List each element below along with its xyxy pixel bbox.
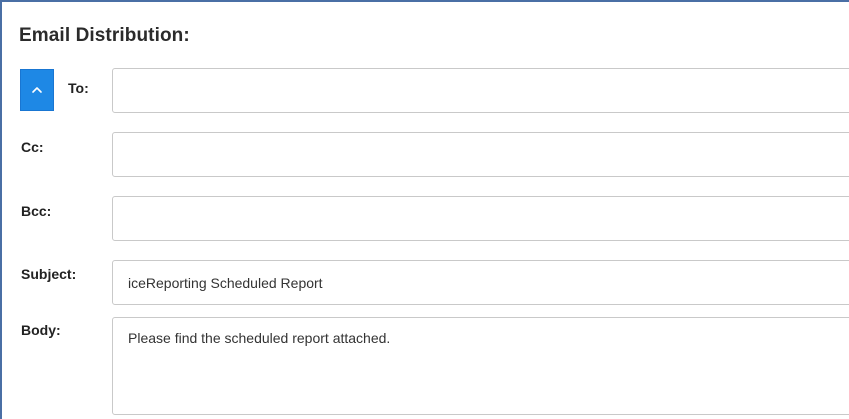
cc-label: Cc: xyxy=(21,139,44,155)
email-distribution-panel: Email Distribution: To: Cc: Bcc: Subject… xyxy=(0,0,849,419)
body-field[interactable]: Please find the scheduled report attache… xyxy=(112,317,849,415)
cc-field[interactable] xyxy=(112,132,849,177)
section-title: Email Distribution: xyxy=(19,25,190,46)
body-label: Body: xyxy=(21,322,61,338)
subject-label: Subject: xyxy=(21,266,77,282)
chevron-up-icon xyxy=(31,86,43,94)
bcc-field[interactable] xyxy=(112,196,849,241)
collapse-to-button[interactable] xyxy=(20,69,54,111)
subject-field[interactable] xyxy=(112,260,849,305)
to-field[interactable] xyxy=(112,68,849,113)
to-label: To: xyxy=(68,80,89,96)
bcc-label: Bcc: xyxy=(21,203,52,219)
